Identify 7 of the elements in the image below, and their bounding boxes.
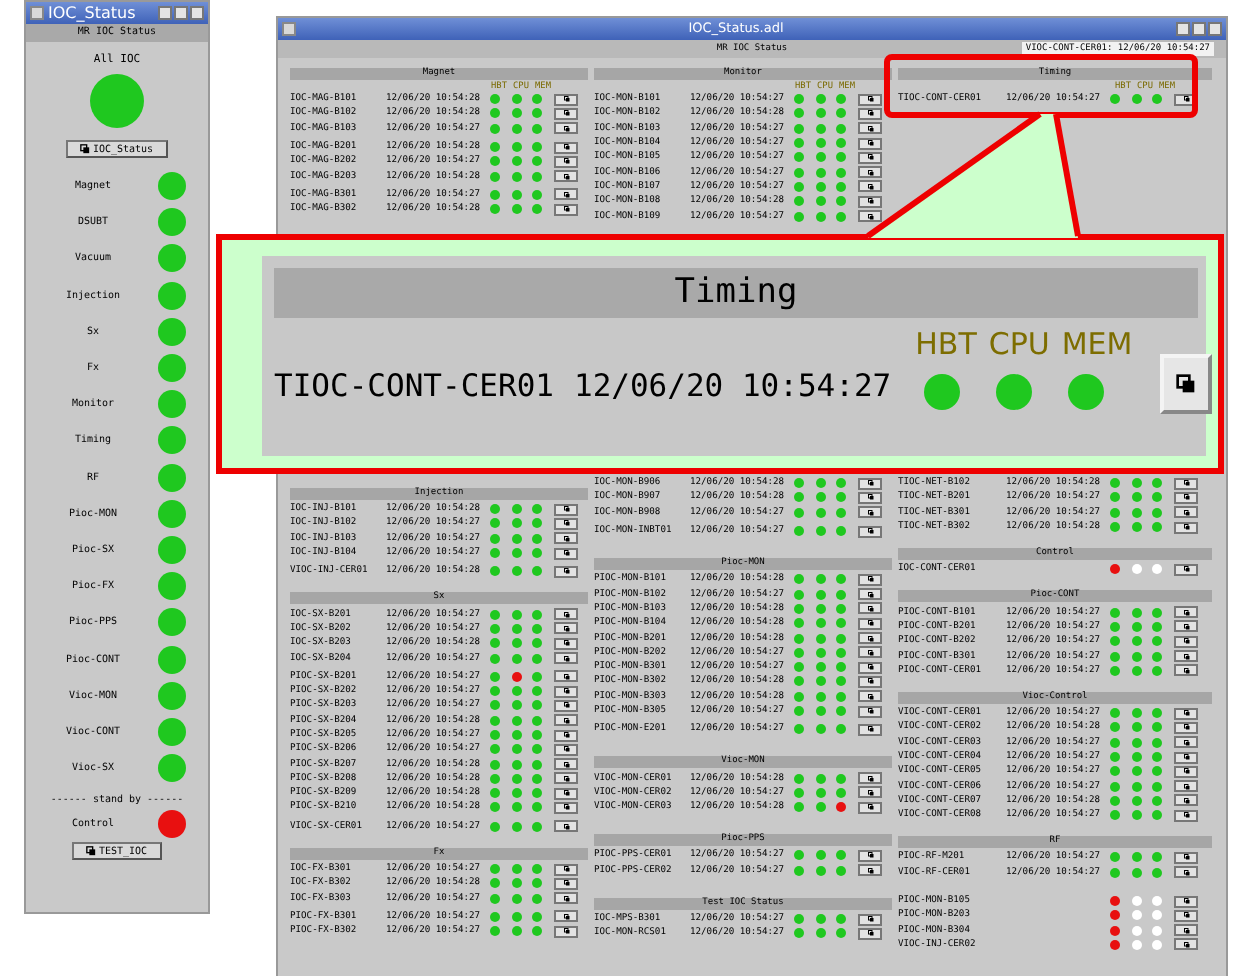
column-label: HBT xyxy=(915,326,977,362)
timestamp: 12/06/20 10:54:27 xyxy=(573,366,892,406)
column-label: CPU xyxy=(988,326,1050,362)
ioc-name: TIOC-CONT-CER01 xyxy=(274,366,554,406)
column-label: MEM xyxy=(1061,326,1133,362)
window-title: IOC_Status xyxy=(48,2,138,24)
section-title: Timing xyxy=(674,272,798,312)
